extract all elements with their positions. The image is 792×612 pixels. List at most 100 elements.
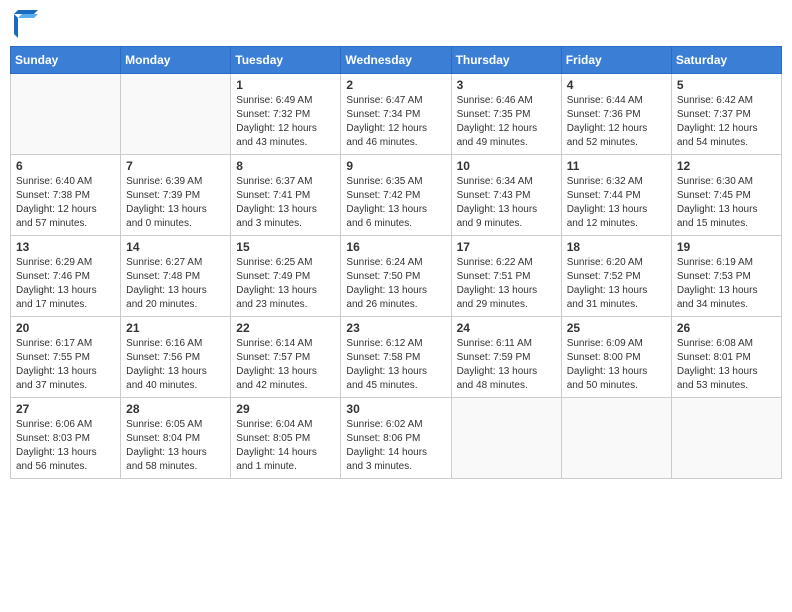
day-number: 7 xyxy=(126,159,225,173)
day-number: 12 xyxy=(677,159,776,173)
day-number: 22 xyxy=(236,321,335,335)
calendar-week-3: 13 Sunrise: 6:29 AMSunset: 7:46 PMDayligh… xyxy=(11,236,782,317)
calendar-cell: 2Sunrise: 6:47 AMSunset: 7:34 PMDaylight… xyxy=(341,74,451,155)
calendar-week-2: 6Sunrise: 6:40 AMSunset: 7:38 PMDaylight… xyxy=(11,155,782,236)
day-number: 10 xyxy=(457,159,556,173)
day-number: 6 xyxy=(16,159,115,173)
calendar-cell: 28 Sunrise: 6:05 AMSunset: 8:04 PMDayligh… xyxy=(121,398,231,479)
calendar-cell: 10Sunrise: 6:34 AMSunset: 7:43 PMDayligh… xyxy=(451,155,561,236)
calendar-cell: 12 Sunrise: 6:30 AMSunset: 7:45 PMDayligh… xyxy=(671,155,781,236)
calendar-cell: 22 Sunrise: 6:14 AMSunset: 7:57 PMDayligh… xyxy=(231,317,341,398)
day-info: Sunrise: 6:02 AMSunset: 8:06 PMDaylight:… xyxy=(346,418,445,474)
day-info: Sunrise: 6:09 AMSunset: 8:00 PMDaylight:… xyxy=(567,337,666,393)
calendar-week-4: 20 Sunrise: 6:17 AMSunset: 7:55 PMDayligh… xyxy=(11,317,782,398)
calendar-cell: 21 Sunrise: 6:16 AMSunset: 7:56 PMDayligh… xyxy=(121,317,231,398)
day-info: Sunrise: 6:44 AMSunset: 7:36 PMDaylight:… xyxy=(567,94,666,150)
weekday-header-wednesday: Wednesday xyxy=(341,47,451,74)
day-number: 27 xyxy=(16,402,115,416)
logo-icon xyxy=(14,10,38,38)
day-number: 15 xyxy=(236,240,335,254)
day-info: Sunrise: 6:16 AMSunset: 7:56 PMDaylight:… xyxy=(126,337,225,393)
day-number: 14 xyxy=(126,240,225,254)
day-info: Sunrise: 6:30 AMSunset: 7:45 PMDaylight:… xyxy=(677,175,776,231)
day-number: 8 xyxy=(236,159,335,173)
day-info: Sunrise: 6:37 AMSunset: 7:41 PMDaylight:… xyxy=(236,175,335,231)
calendar-cell: 1 Sunrise: 6:49 AMSunset: 7:32 PMDaylight… xyxy=(231,74,341,155)
day-number: 9 xyxy=(346,159,445,173)
day-number: 1 xyxy=(236,78,335,92)
day-info: Sunrise: 6:32 AMSunset: 7:44 PMDaylight:… xyxy=(567,175,666,231)
day-number: 24 xyxy=(457,321,556,335)
calendar-cell: 6Sunrise: 6:40 AMSunset: 7:38 PMDaylight… xyxy=(11,155,121,236)
day-number: 30 xyxy=(346,402,445,416)
day-number: 17 xyxy=(457,240,556,254)
day-info: Sunrise: 6:24 AMSunset: 7:50 PMDaylight:… xyxy=(346,256,445,312)
day-info: Sunrise: 6:22 AMSunset: 7:51 PMDaylight:… xyxy=(457,256,556,312)
calendar-cell: 23 Sunrise: 6:12 AMSunset: 7:58 PMDayligh… xyxy=(341,317,451,398)
weekday-header-monday: Monday xyxy=(121,47,231,74)
day-number: 16 xyxy=(346,240,445,254)
day-info: Sunrise: 6:14 AMSunset: 7:57 PMDaylight:… xyxy=(236,337,335,393)
calendar-cell: 30 Sunrise: 6:02 AMSunset: 8:06 PMDayligh… xyxy=(341,398,451,479)
day-info: Sunrise: 6:27 AMSunset: 7:48 PMDaylight:… xyxy=(126,256,225,312)
calendar-cell: 19Sunrise: 6:19 AMSunset: 7:53 PMDayligh… xyxy=(671,236,781,317)
day-info: Sunrise: 6:29 AMSunset: 7:46 PMDaylight:… xyxy=(16,256,115,312)
day-info: Sunrise: 6:17 AMSunset: 7:55 PMDaylight:… xyxy=(16,337,115,393)
calendar-cell: 29 Sunrise: 6:04 AMSunset: 8:05 PMDayligh… xyxy=(231,398,341,479)
day-number: 2 xyxy=(346,78,445,92)
calendar-cell: 27 Sunrise: 6:06 AMSunset: 8:03 PMDayligh… xyxy=(11,398,121,479)
day-info: Sunrise: 6:35 AMSunset: 7:42 PMDaylight:… xyxy=(346,175,445,231)
calendar-cell: 9 Sunrise: 6:35 AMSunset: 7:42 PMDaylight… xyxy=(341,155,451,236)
calendar-cell: 3 Sunrise: 6:46 AMSunset: 7:35 PMDaylight… xyxy=(451,74,561,155)
day-info: Sunrise: 6:46 AMSunset: 7:35 PMDaylight:… xyxy=(457,94,556,150)
day-info: Sunrise: 6:12 AMSunset: 7:58 PMDaylight:… xyxy=(346,337,445,393)
calendar-week-1: 1 Sunrise: 6:49 AMSunset: 7:32 PMDaylight… xyxy=(11,74,782,155)
weekday-header-row: SundayMondayTuesdayWednesdayThursdayFrid… xyxy=(11,47,782,74)
weekday-header-friday: Friday xyxy=(561,47,671,74)
day-number: 29 xyxy=(236,402,335,416)
day-number: 25 xyxy=(567,321,666,335)
day-info: Sunrise: 6:05 AMSunset: 8:04 PMDaylight:… xyxy=(126,418,225,474)
calendar-cell: 26 Sunrise: 6:08 AMSunset: 8:01 PMDayligh… xyxy=(671,317,781,398)
calendar-cell xyxy=(671,398,781,479)
calendar-cell: 24Sunrise: 6:11 AMSunset: 7:59 PMDayligh… xyxy=(451,317,561,398)
calendar-cell: 4 Sunrise: 6:44 AMSunset: 7:36 PMDaylight… xyxy=(561,74,671,155)
day-number: 20 xyxy=(16,321,115,335)
weekday-header-tuesday: Tuesday xyxy=(231,47,341,74)
calendar-cell: 20 Sunrise: 6:17 AMSunset: 7:55 PMDayligh… xyxy=(11,317,121,398)
day-number: 11 xyxy=(567,159,666,173)
calendar-cell xyxy=(561,398,671,479)
calendar-cell: 8 Sunrise: 6:37 AMSunset: 7:41 PMDaylight… xyxy=(231,155,341,236)
day-number: 19 xyxy=(677,240,776,254)
page-header xyxy=(10,10,782,38)
calendar-cell: 14 Sunrise: 6:27 AMSunset: 7:48 PMDayligh… xyxy=(121,236,231,317)
day-number: 28 xyxy=(126,402,225,416)
day-info: Sunrise: 6:04 AMSunset: 8:05 PMDaylight:… xyxy=(236,418,335,474)
day-info: Sunrise: 6:42 AMSunset: 7:37 PMDaylight:… xyxy=(677,94,776,150)
calendar-cell: 16 Sunrise: 6:24 AMSunset: 7:50 PMDayligh… xyxy=(341,236,451,317)
day-number: 13 xyxy=(16,240,115,254)
day-number: 4 xyxy=(567,78,666,92)
calendar-cell: 5 Sunrise: 6:42 AMSunset: 7:37 PMDaylight… xyxy=(671,74,781,155)
calendar-table: SundayMondayTuesdayWednesdayThursdayFrid… xyxy=(10,46,782,479)
day-info: Sunrise: 6:49 AMSunset: 7:32 PMDaylight:… xyxy=(236,94,335,150)
calendar-cell: 13 Sunrise: 6:29 AMSunset: 7:46 PMDayligh… xyxy=(11,236,121,317)
day-number: 26 xyxy=(677,321,776,335)
calendar-cell: 15 Sunrise: 6:25 AMSunset: 7:49 PMDayligh… xyxy=(231,236,341,317)
day-info: Sunrise: 6:25 AMSunset: 7:49 PMDaylight:… xyxy=(236,256,335,312)
day-number: 5 xyxy=(677,78,776,92)
day-info: Sunrise: 6:20 AMSunset: 7:52 PMDaylight:… xyxy=(567,256,666,312)
calendar-cell: 7 Sunrise: 6:39 AMSunset: 7:39 PMDaylight… xyxy=(121,155,231,236)
day-number: 23 xyxy=(346,321,445,335)
day-info: Sunrise: 6:39 AMSunset: 7:39 PMDaylight:… xyxy=(126,175,225,231)
calendar-cell xyxy=(451,398,561,479)
day-number: 3 xyxy=(457,78,556,92)
day-info: Sunrise: 6:06 AMSunset: 8:03 PMDaylight:… xyxy=(16,418,115,474)
calendar-week-5: 27 Sunrise: 6:06 AMSunset: 8:03 PMDayligh… xyxy=(11,398,782,479)
weekday-header-thursday: Thursday xyxy=(451,47,561,74)
calendar-cell xyxy=(11,74,121,155)
day-info: Sunrise: 6:08 AMSunset: 8:01 PMDaylight:… xyxy=(677,337,776,393)
calendar-cell: 18Sunrise: 6:20 AMSunset: 7:52 PMDayligh… xyxy=(561,236,671,317)
calendar-cell: 25 Sunrise: 6:09 AMSunset: 8:00 PMDayligh… xyxy=(561,317,671,398)
day-number: 21 xyxy=(126,321,225,335)
